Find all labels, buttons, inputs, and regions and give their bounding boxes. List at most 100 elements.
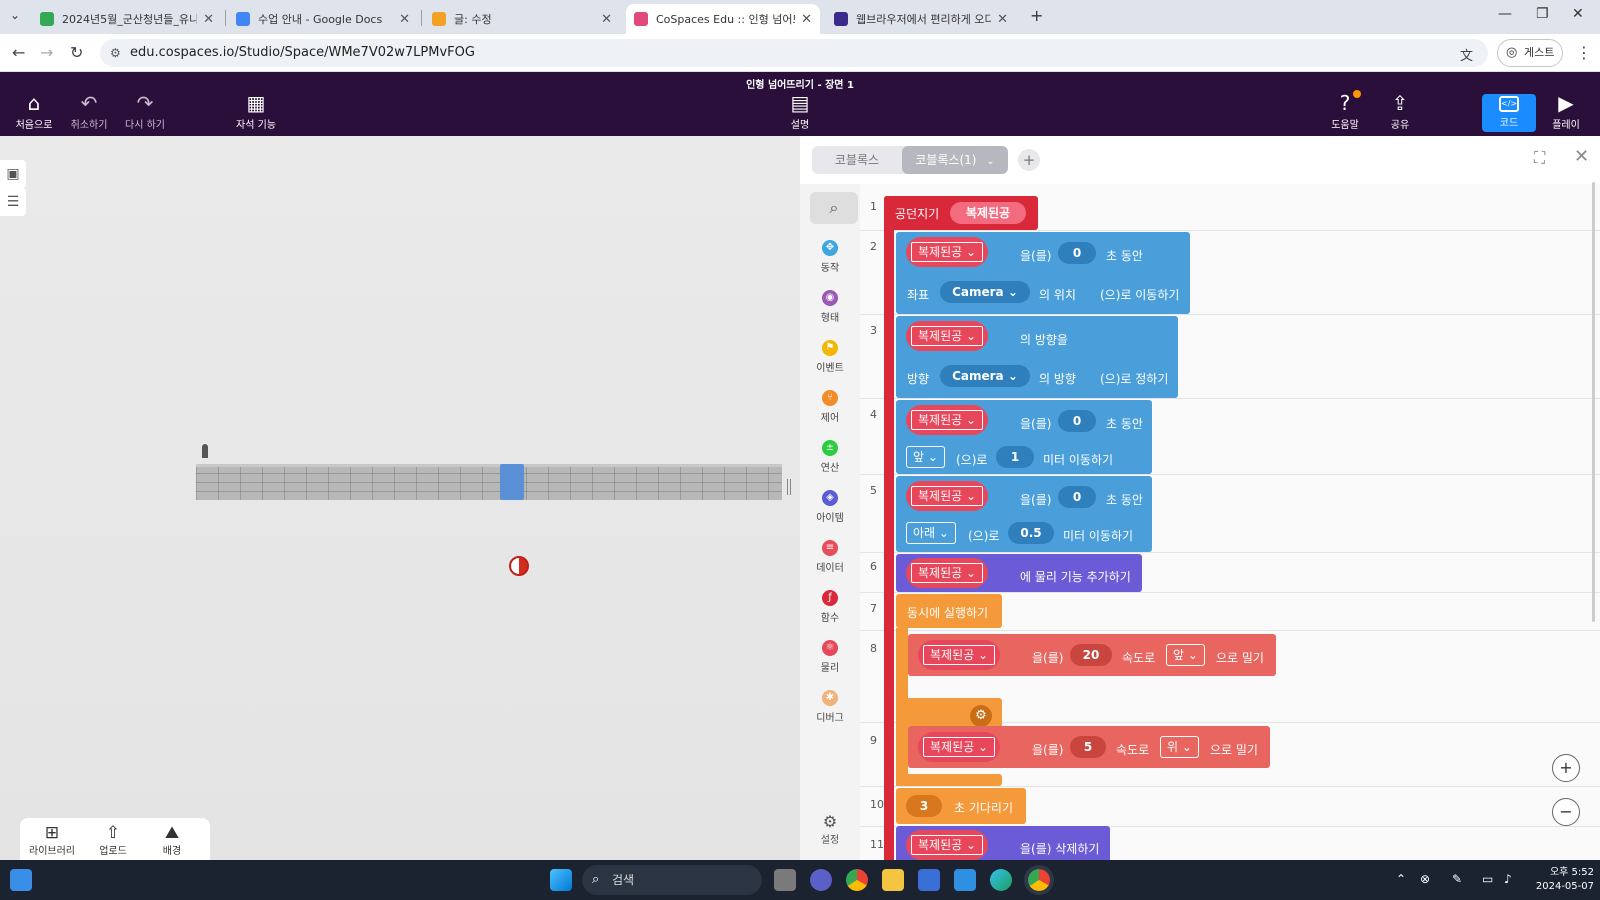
push-block-2[interactable]: 복제된공 ⌄ 을(를) 5 속도로 위 ⌄ 으로 밀기 [908, 726, 1270, 768]
undo-button[interactable]: ↶ 취소하기 [61, 92, 117, 131]
tray-chevron-icon[interactable]: ⌃ [1396, 872, 1406, 886]
play-button[interactable]: ▶ 플레이 [1538, 92, 1594, 131]
redo-button[interactable]: ↷ 다시 하기 [117, 92, 173, 131]
tab-coblocks-1[interactable]: 코블록스(1) ⌄ [902, 146, 1008, 174]
duration-input[interactable]: 0 [1058, 242, 1096, 264]
direction-dropdown[interactable]: 앞 ⌄ [1166, 644, 1205, 666]
distance-input[interactable]: 0.5 [1008, 522, 1054, 544]
sprite-selector[interactable]: 복제된공 ⌄ [906, 237, 989, 267]
set-direction-block[interactable]: 복제된공 ⌄ 의 방향을 방향 Camera ⌄ 의 방향 (으)로 정하기 [896, 316, 1178, 398]
sprite-selector[interactable]: 복제된공 ⌄ [918, 640, 1001, 670]
sprite-selector[interactable]: 복제된공 ⌄ [906, 405, 989, 435]
function-param[interactable]: 복제된공 [950, 202, 1026, 224]
category-events[interactable]: ⚑ 이벤트 [800, 340, 860, 374]
sprite-selector[interactable]: 복제된공 ⌄ [906, 321, 989, 351]
duration-input[interactable]: 0 [1058, 410, 1096, 432]
scene-ball[interactable] [509, 556, 529, 576]
close-tab-icon[interactable]: ✕ [601, 12, 612, 27]
browser-tab-1[interactable]: 2024년5월_군산청년들_유니티 ✕ [32, 4, 222, 34]
chrome-active-icon[interactable] [1028, 869, 1050, 891]
workspace-scrollbar[interactable] [1592, 182, 1595, 622]
network-icon[interactable]: ▭ [1482, 872, 1493, 886]
wait-block[interactable]: 3 초 기다리기 [896, 788, 1026, 824]
code-button[interactable]: </> 코드 [1482, 94, 1536, 132]
chat-icon[interactable] [810, 869, 832, 891]
move-forward-block[interactable]: 복제된공 ⌄ 을(를) 0 초 동안 앞 ⌄ (으)로 1 미터 이동하기 [896, 400, 1152, 474]
site-settings-icon[interactable]: ⚙ [110, 39, 121, 67]
scene-wall[interactable] [196, 464, 782, 500]
category-physics[interactable]: ⚛ 물리 [800, 640, 860, 674]
volume-icon[interactable]: ♪ [1504, 872, 1512, 886]
guest-profile-button[interactable]: ◎ 게스트 [1497, 39, 1563, 67]
move-to-block[interactable]: 복제된공 ⌄ 을(를) 0 초 동안 좌표 Camera ⌄ 의 위치 (으)로… [896, 232, 1190, 314]
category-looks[interactable]: ◉ 형태 [800, 290, 860, 324]
close-tab-icon[interactable]: ✕ [203, 12, 214, 27]
zoom-out-button[interactable]: − [1552, 798, 1580, 826]
sprite-selector[interactable]: 복제된공 ⌄ [906, 830, 989, 860]
close-tab-icon[interactable]: ✕ [801, 12, 812, 27]
mail-icon[interactable] [954, 869, 976, 891]
new-tab-button[interactable]: + [1030, 6, 1043, 25]
direction-dropdown[interactable]: 앞 ⌄ [906, 446, 945, 468]
duration-input[interactable]: 0 [1058, 486, 1096, 508]
tab-search-chevron-icon[interactable]: ⌄ [10, 8, 20, 22]
zoom-in-button[interactable]: + [1552, 754, 1580, 782]
scene-blue-cube[interactable] [500, 464, 524, 500]
url-bar[interactable]: ⚙ edu.cospaces.io/Studio/Space/WMe7V02w7… [100, 39, 1488, 67]
target-selector[interactable]: Camera ⌄ [940, 281, 1030, 303]
category-functions[interactable]: ƒ 함수 [800, 590, 860, 624]
category-operators[interactable]: ± 연산 [800, 440, 860, 474]
push-block-1[interactable]: 복제된공 ⌄ 을(를) 20 속도로 앞 ⌄ 으로 밀기 [908, 634, 1276, 676]
sprite-selector[interactable]: 복제된공 ⌄ [906, 481, 989, 511]
background-button[interactable]: ⛰ 배경 [142, 824, 202, 857]
help-button[interactable]: ? 도움말 [1317, 90, 1373, 131]
browser-tab-4-active[interactable]: CoSpaces Edu :: 인형 넘어뜨리 ✕ [626, 4, 820, 34]
forward-icon[interactable]: → [40, 43, 53, 62]
function-header-block[interactable]: 공던지기 복제된공 [884, 196, 1038, 230]
close-tab-icon[interactable]: ✕ [997, 12, 1008, 27]
sprite-selector[interactable]: 복제된공 ⌄ [918, 732, 1001, 762]
object-list-icon[interactable]: ☰ [0, 188, 26, 216]
settings-button[interactable]: ⚙ 설정 [800, 812, 860, 846]
delete-block[interactable]: 복제된공 ⌄ 을(를) 삭제하기 [896, 826, 1110, 860]
direction-dropdown[interactable]: 위 ⌄ [1160, 736, 1199, 758]
speed-input[interactable]: 20 [1070, 644, 1112, 666]
back-icon[interactable]: ← [12, 43, 25, 62]
close-tab-icon[interactable]: ✕ [399, 12, 410, 27]
gallery-icon[interactable]: ▣ [0, 160, 26, 188]
category-items[interactable]: ◈ 아이템 [800, 490, 860, 524]
distance-input[interactable]: 1 [996, 446, 1034, 468]
wait-seconds-input[interactable]: 3 [906, 795, 942, 817]
chevron-down-icon[interactable]: ⌄ [986, 156, 994, 167]
tray-app-icon[interactable]: ⊗ [1420, 872, 1430, 886]
windows-start-icon[interactable] [550, 869, 572, 891]
taskbar-search[interactable]: ⌕ 검색 [582, 865, 762, 895]
move-down-block[interactable]: 복제된공 ⌄ 을(를) 0 초 동안 아래 ⌄ (으)로 0.5 미터 이동하기 [896, 476, 1152, 552]
translate-icon[interactable]: 文 [1460, 45, 1473, 64]
chrome-icon[interactable] [846, 869, 868, 891]
restore-icon[interactable]: ❐ [1536, 6, 1549, 22]
add-coblocks-tab-button[interactable]: + [1018, 149, 1040, 171]
upload-button[interactable]: ⇧ 업로드 [83, 824, 143, 857]
sprite-selector[interactable]: 복제된공 ⌄ [906, 558, 989, 588]
edge-icon[interactable] [990, 869, 1012, 891]
description-button[interactable]: ▤ 설명 [772, 92, 828, 131]
scene-viewport[interactable]: ▣ ☰ ⊞ 라이브러리 ⇧ 업로드 ⛰ 배경 [0, 136, 800, 860]
tab-coblocks[interactable]: 코블록스 [812, 146, 902, 174]
run-parallel-block[interactable]: 동시에 실행하기 [896, 594, 1002, 628]
reload-icon[interactable]: ↻ [70, 43, 83, 62]
close-panel-icon[interactable]: ✕ [1574, 146, 1589, 167]
browser-tab-2[interactable]: 수업 안내 - Google Docs ✕ [228, 4, 418, 34]
category-motion[interactable]: ✥ 동작 [800, 240, 860, 274]
widgets-icon[interactable] [10, 869, 32, 891]
browser-tab-3[interactable]: 글: 수정 ✕ [424, 4, 620, 34]
taskbar-clock[interactable]: 오후 5:52 2024-05-07 [1528, 866, 1594, 894]
target-selector[interactable]: Camera ⌄ [940, 365, 1030, 387]
home-button[interactable]: ⌂ 처음으로 [6, 92, 62, 131]
code-workspace[interactable]: 1 2 3 4 5 6 7 8 9 10 11 공던지기 복제된공 복제된공 ⌄… [860, 184, 1600, 860]
category-data[interactable]: ≡ 데이터 [800, 540, 860, 574]
gear-icon[interactable]: ⚙ [970, 705, 992, 727]
task-view-icon[interactable] [774, 869, 796, 891]
minimize-icon[interactable]: — [1498, 6, 1512, 22]
add-physics-block[interactable]: 복제된공 ⌄ 에 물리 기능 추가하기 [896, 554, 1142, 592]
